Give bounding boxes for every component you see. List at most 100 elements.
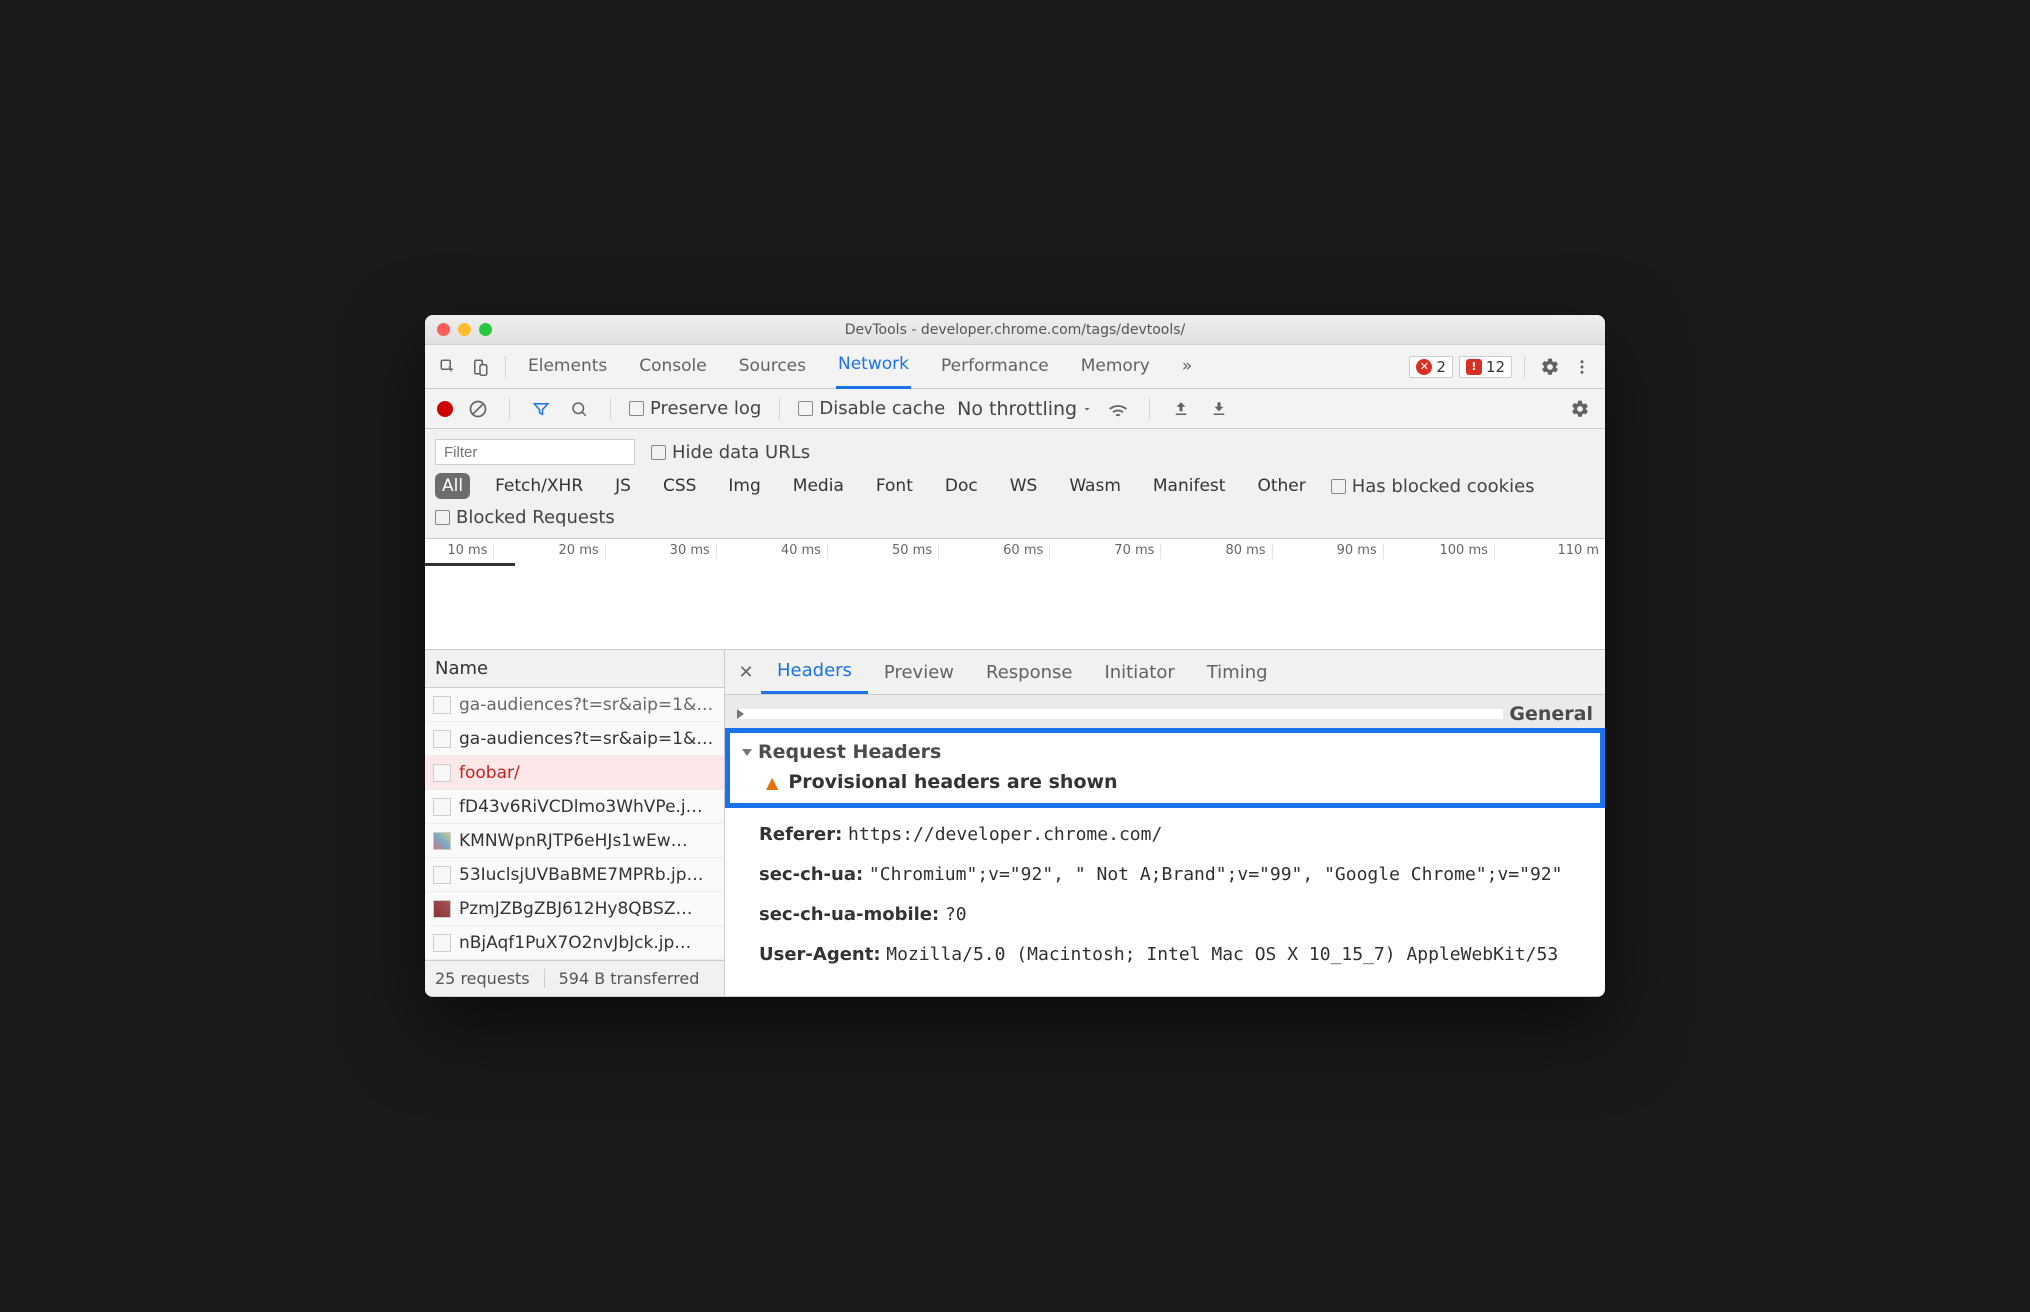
upload-icon[interactable] <box>1168 396 1194 422</box>
main-toolbar: Elements Console Sources Network Perform… <box>425 345 1605 389</box>
type-ws[interactable]: WS <box>1003 473 1045 499</box>
filter-icon[interactable] <box>528 396 554 422</box>
window-title: DevTools - developer.chrome.com/tags/dev… <box>425 322 1605 338</box>
provisional-warning-label: Provisional headers are shown <box>788 771 1117 793</box>
divider <box>1524 356 1525 378</box>
tick: 60 ms <box>939 543 1050 559</box>
errors-count: 2 <box>1436 358 1446 376</box>
hide-data-urls-label: Hide data URLs <box>672 442 810 463</box>
kebab-icon[interactable] <box>1569 354 1595 380</box>
tick: 80 ms <box>1161 543 1272 559</box>
tab-memory[interactable]: Memory <box>1079 346 1152 388</box>
type-manifest[interactable]: Manifest <box>1146 473 1233 499</box>
type-media[interactable]: Media <box>786 473 851 499</box>
inspect-icon[interactable] <box>435 354 461 380</box>
section-request-headers[interactable]: Request Headers <box>742 741 1588 763</box>
issues-badge[interactable]: ! 12 <box>1459 356 1512 378</box>
has-blocked-cookies-label: Has blocked cookies <box>1352 476 1535 497</box>
request-name: 53IuclsjUVBaBME7MPRb.jp… <box>459 865 704 885</box>
clear-icon[interactable] <box>465 396 491 422</box>
tab-headers[interactable]: Headers <box>761 650 868 694</box>
image-icon <box>433 832 451 850</box>
divider <box>1149 398 1150 420</box>
timeline-chart[interactable] <box>425 559 1605 649</box>
blocked-requests-label: Blocked Requests <box>456 507 615 528</box>
type-other[interactable]: Other <box>1250 473 1312 499</box>
file-icon <box>433 866 451 884</box>
hide-data-urls-checkbox[interactable]: Hide data URLs <box>651 442 810 463</box>
minimize-icon[interactable] <box>458 323 471 336</box>
close-icon[interactable]: ✕ <box>731 662 761 683</box>
tab-console[interactable]: Console <box>637 346 709 388</box>
request-name: fD43v6RiVCDlmo3WhVPe.j… <box>459 797 703 817</box>
preserve-log-checkbox[interactable]: Preserve log <box>629 398 761 419</box>
type-js[interactable]: JS <box>608 473 638 499</box>
tab-performance[interactable]: Performance <box>939 346 1051 388</box>
type-font[interactable]: Font <box>869 473 920 499</box>
requests-panel: Name ga-audiences?t=sr&aip=1&… ga-audien… <box>425 650 725 996</box>
request-row[interactable]: PzmJZBgZBJ612Hy8QBSZ… <box>425 892 724 926</box>
type-doc[interactable]: Doc <box>938 473 985 499</box>
tab-initiator[interactable]: Initiator <box>1088 652 1190 693</box>
tab-response[interactable]: Response <box>970 652 1088 693</box>
chevron-right-icon <box>737 709 1503 719</box>
throttling-select[interactable]: No throttling <box>957 398 1093 420</box>
tick: 50 ms <box>828 543 939 559</box>
request-row[interactable]: KMNWpnRJTP6eHJs1wEw… <box>425 824 724 858</box>
errors-badge[interactable]: ✕ 2 <box>1409 356 1453 378</box>
filter-input[interactable] <box>435 439 635 465</box>
tab-network[interactable]: Network <box>836 344 911 389</box>
type-img[interactable]: Img <box>721 473 767 499</box>
type-css[interactable]: CSS <box>656 473 703 499</box>
panel-settings-icon[interactable] <box>1567 396 1593 422</box>
request-row[interactable]: nBjAqf1PuX7O2nvJbJck.jp… <box>425 926 724 960</box>
request-row[interactable]: ga-audiences?t=sr&aip=1&… <box>425 722 724 756</box>
header-value: ?0 <box>945 904 967 925</box>
has-blocked-cookies-checkbox[interactable]: Has blocked cookies <box>1331 476 1535 497</box>
network-conditions-icon[interactable] <box>1105 396 1131 422</box>
tab-sources[interactable]: Sources <box>737 346 808 388</box>
preserve-log-label: Preserve log <box>650 398 761 419</box>
header-value: Mozilla/5.0 (Macintosh; Intel Mac OS X 1… <box>886 944 1558 965</box>
tab-timing[interactable]: Timing <box>1191 652 1284 693</box>
request-row[interactable]: 53IuclsjUVBaBME7MPRb.jp… <box>425 858 724 892</box>
request-name: foobar/ <box>459 763 520 783</box>
requests-list[interactable]: ga-audiences?t=sr&aip=1&… ga-audiences?t… <box>425 688 724 960</box>
search-icon[interactable] <box>566 396 592 422</box>
request-row-error[interactable]: foobar/ <box>425 756 724 790</box>
chevron-down-icon <box>742 749 752 756</box>
request-name: ga-audiences?t=sr&aip=1&… <box>459 729 713 749</box>
requests-count: 25 requests <box>435 969 530 988</box>
divider <box>779 398 780 420</box>
device-icon[interactable] <box>467 354 493 380</box>
settings-icon[interactable] <box>1537 354 1563 380</box>
header-row: sec-ch-ua-mobile: ?0 <box>725 895 1605 935</box>
record-icon[interactable] <box>437 401 453 417</box>
timeline-overview[interactable]: 10 ms 20 ms 30 ms 40 ms 50 ms 60 ms 70 m… <box>425 539 1605 650</box>
type-wasm[interactable]: Wasm <box>1062 473 1128 499</box>
tick: 40 ms <box>717 543 828 559</box>
tab-elements[interactable]: Elements <box>526 346 609 388</box>
devtools-window: DevTools - developer.chrome.com/tags/dev… <box>425 315 1605 997</box>
divider <box>505 356 506 378</box>
throttling-label: No throttling <box>957 398 1077 420</box>
download-icon[interactable] <box>1206 396 1232 422</box>
disable-cache-checkbox[interactable]: Disable cache <box>798 398 945 419</box>
tab-preview[interactable]: Preview <box>868 652 970 693</box>
zoom-icon[interactable] <box>479 323 492 336</box>
details-panel: ✕ Headers Preview Response Initiator Tim… <box>725 650 1605 996</box>
blocked-requests-checkbox[interactable]: Blocked Requests <box>435 507 615 528</box>
divider <box>610 398 611 420</box>
request-row[interactable]: ga-audiences?t=sr&aip=1&… <box>425 688 724 722</box>
type-all[interactable]: All <box>435 473 470 499</box>
type-fetch-xhr[interactable]: Fetch/XHR <box>488 473 590 499</box>
file-icon <box>433 730 451 748</box>
tabs-overflow-icon[interactable]: » <box>1180 346 1194 388</box>
close-icon[interactable] <box>437 323 450 336</box>
request-row[interactable]: fD43v6RiVCDlmo3WhVPe.j… <box>425 790 724 824</box>
provisional-warning: ▲ Provisional headers are shown <box>766 771 1588 793</box>
section-general-label: General <box>1509 703 1593 725</box>
header-value: https://developer.chrome.com/ <box>848 824 1162 845</box>
requests-header: Name <box>425 650 724 688</box>
request-headers-highlight: Request Headers ▲ Provisional headers ar… <box>725 728 1605 808</box>
